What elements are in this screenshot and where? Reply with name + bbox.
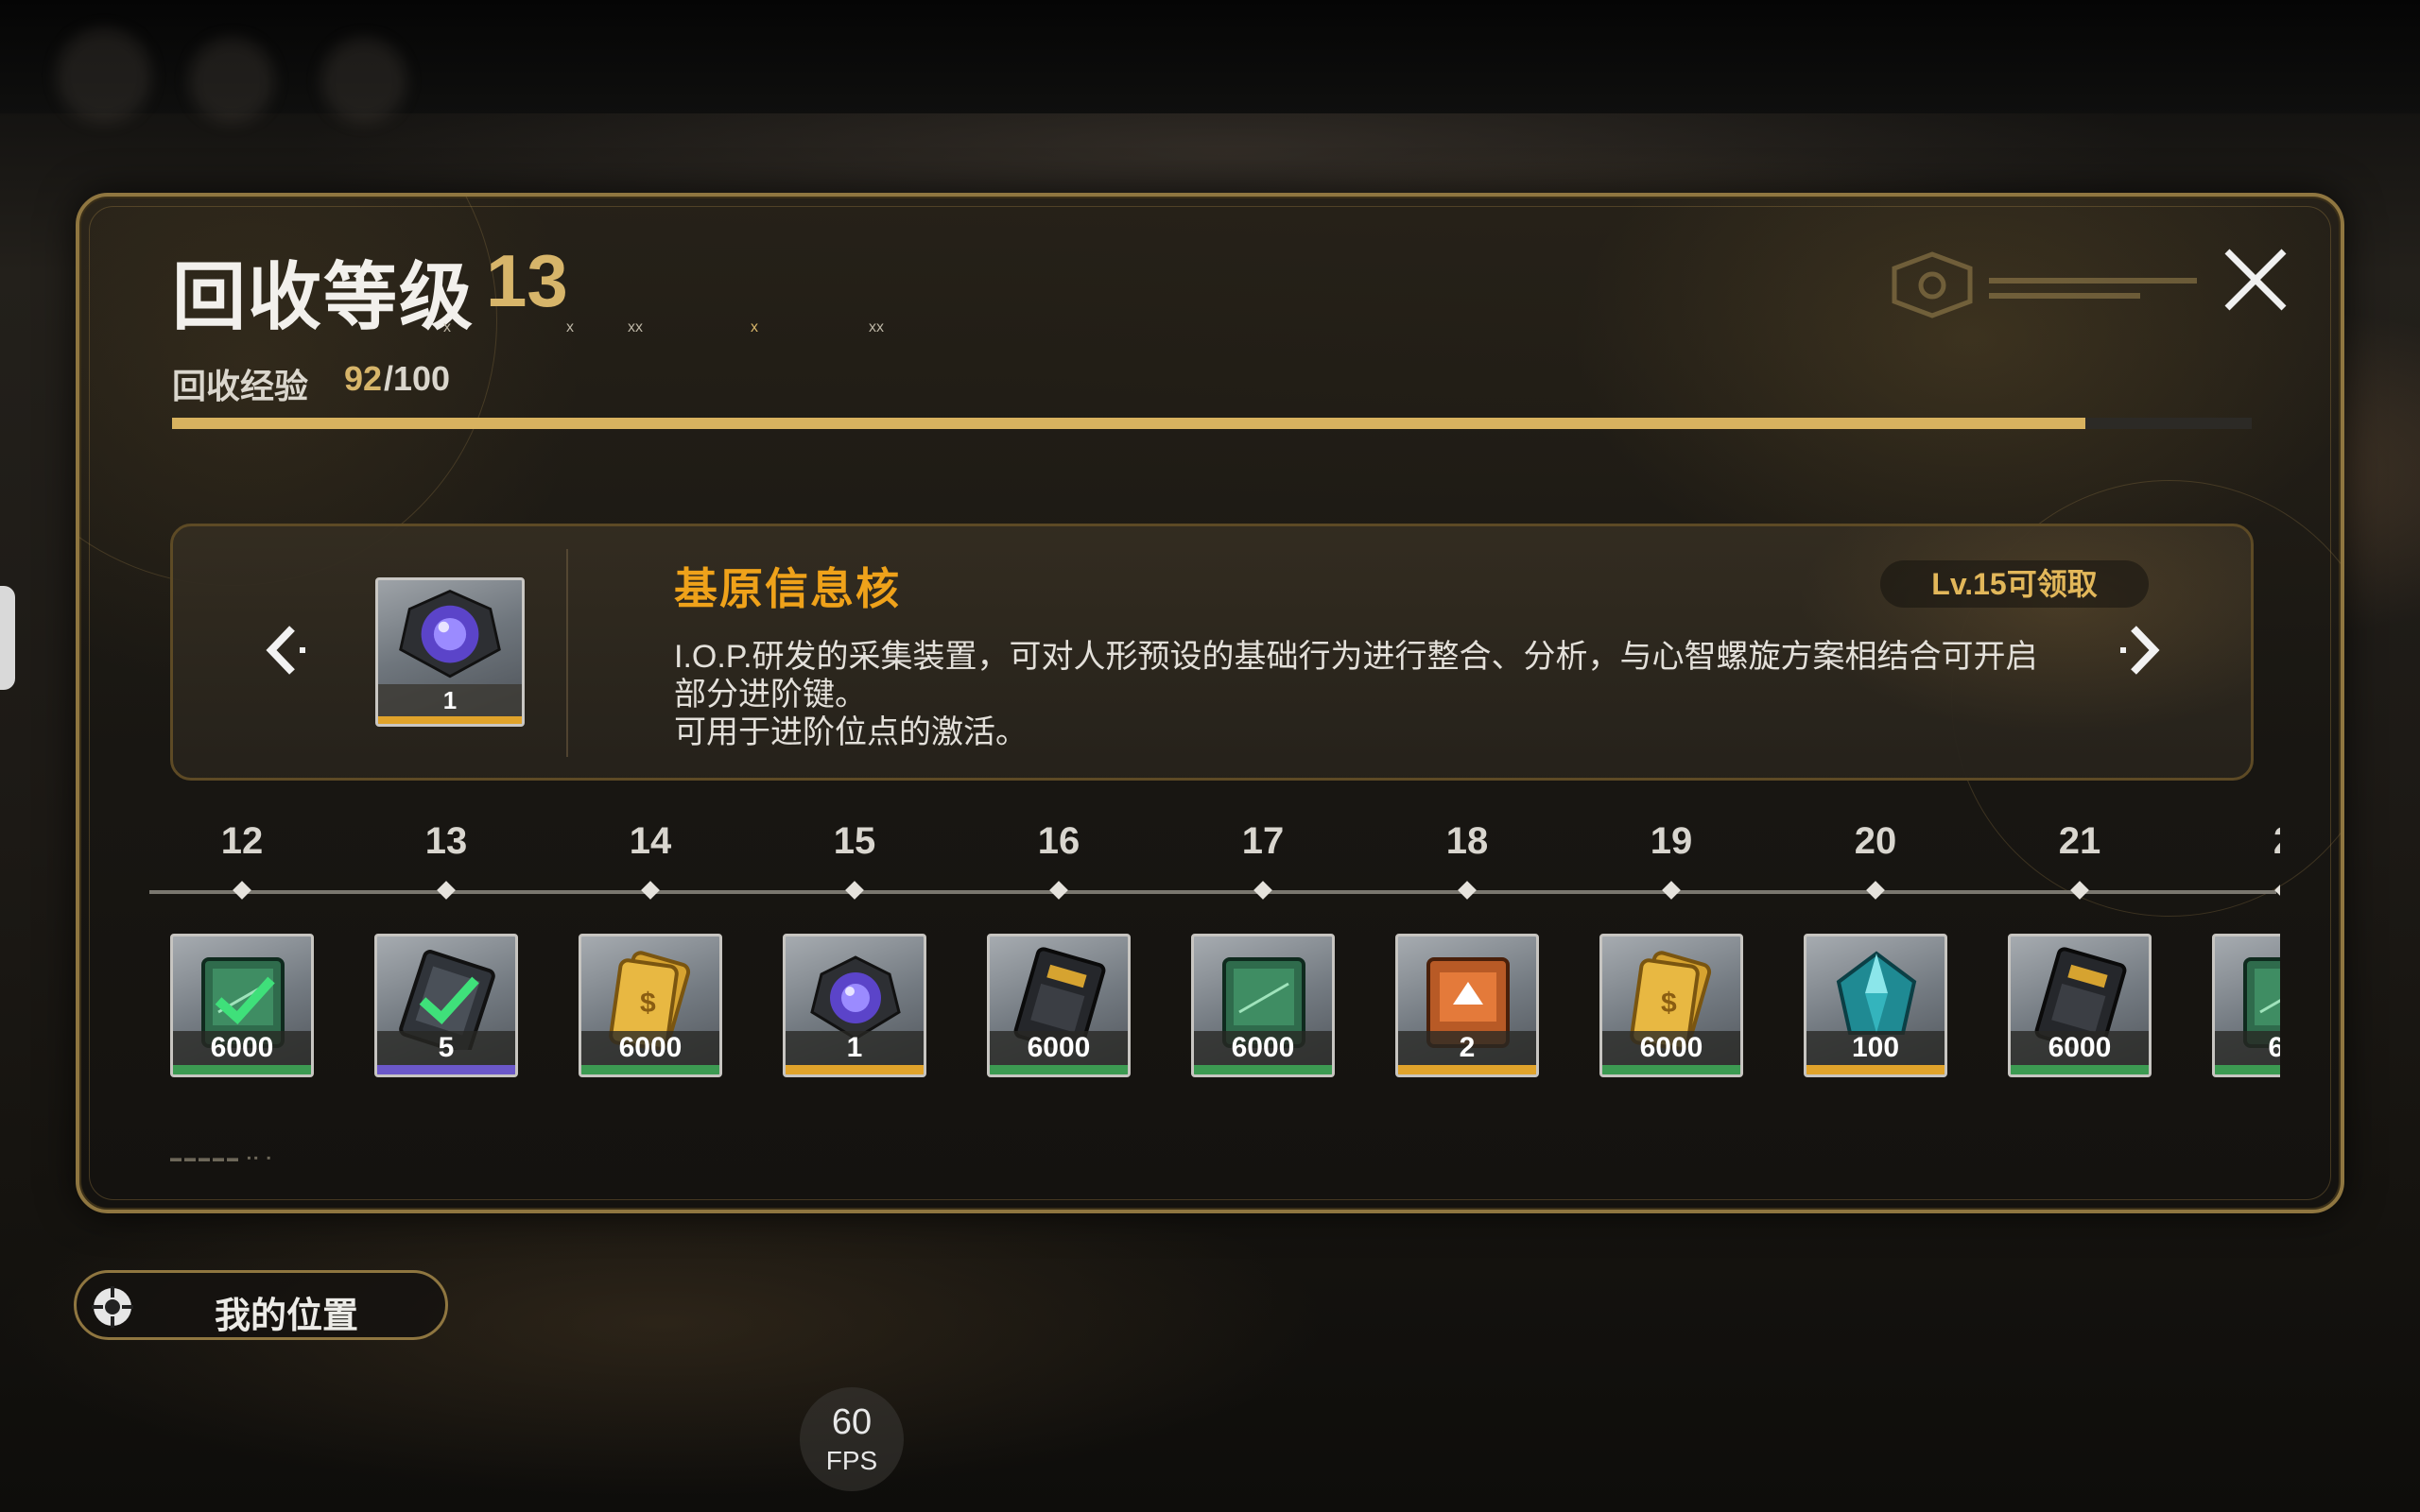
timeline-level-marker [2274,881,2280,900]
reward-item[interactable]: 60 [2212,934,2280,1077]
decorative-marks: x [443,319,451,335]
timeline-level-label: 16 [1037,820,1080,862]
background-blob [189,38,274,123]
exp-progress-fill [172,418,2085,429]
reward-count: 6000 [990,1031,1128,1065]
reward-count: 5 [377,1031,515,1065]
timeline-level-label: 21 [2058,820,2101,862]
description-line: I.O.P.研发的采集装置，可对人形预设的基础行为进行整合、分析，与心智螺旋方案… [674,639,2038,675]
description-line: 部分进阶键。 [674,677,867,713]
reward-count: 60 [2215,1031,2280,1065]
rarity-bar [377,1065,515,1074]
info-core-icon [399,589,501,679]
item-name: 基原信息核 [674,564,901,613]
exp-progress-bar [172,418,2252,429]
decorative-marks: xx [869,319,884,335]
background-blob [57,28,151,123]
timeline-level-marker [1458,881,1477,900]
timeline-level-label: 20 [1854,820,1897,862]
reward-item[interactable]: 6000 [2008,934,2152,1077]
side-tab-handle[interactable] [0,586,15,690]
rarity-bar [2215,1065,2280,1074]
reward-item[interactable]: 6000 [170,934,314,1077]
reward-count: 6000 [1194,1031,1332,1065]
timeline-level-marker [1866,881,1885,900]
timeline-level-marker [845,881,864,900]
timeline-level-marker [2070,881,2089,900]
decorative-marks: xx [628,319,643,335]
reward-item[interactable]: $6000 [579,934,722,1077]
timeline-level-marker [1253,881,1272,900]
reward-timeline[interactable]: 12 13 14 15 16 17 18 19 20 21 2 6000 5 $6000 1 6000 6000… [170,801,2280,1142]
exp-max: /100 [384,359,451,398]
reward-count: 1 [786,1031,924,1065]
timeline-level-label: 17 [1241,820,1285,862]
exp-label: 回收经验 [172,367,309,405]
reward-count: 2 [1398,1031,1536,1065]
featured-item-count: 1 [378,684,522,716]
next-arrow-icon[interactable] [2109,617,2175,683]
timeline-level-marker [641,881,660,900]
background-blob [321,38,406,123]
reward-detail-card: 1 基原信息核 Lv.15可领取 I.O.P.研发的采集装置，可对人形预设的基础… [170,524,2254,781]
footer-decoration: ▬▬▬▬▬ ▪▪ ▪ [170,1151,274,1164]
timeline-level-marker [1662,881,1681,900]
rarity-bar [378,716,522,724]
decorative-marks: x [566,319,574,335]
timeline-level-marker [233,881,251,900]
fps-value: 60 [831,1402,873,1442]
card-divider [566,549,568,757]
page-title: 回收等级 [172,255,475,338]
timeline-level-label: 2 [2246,820,2280,863]
reward-item[interactable]: 5 [374,934,518,1077]
reward-item[interactable]: 6000 [1191,934,1335,1077]
close-icon[interactable] [2218,242,2293,318]
rarity-bar [1806,1065,1945,1074]
timeline-level-label: 12 [220,820,264,862]
my-location-button[interactable]: 我的位置 [74,1270,448,1340]
rarity-bar [990,1065,1128,1074]
svg-text:$: $ [1661,988,1677,1019]
timeline-level-marker [437,881,456,900]
timeline-level-label: 18 [1445,820,1489,862]
rarity-bar [173,1065,311,1074]
rarity-bar [1398,1065,1536,1074]
rarity-bar [786,1065,924,1074]
decorative-marks: x [751,319,758,335]
recycle-level-panel: 回收等级 13 x x xx x xx 回收经验 92 /100 1 基原信息核… [76,193,2344,1213]
reward-count: 6000 [581,1031,719,1065]
reward-count: 6000 [2011,1031,2149,1065]
my-location-label: 我的位置 [215,1297,359,1336]
rarity-bar [1602,1065,1740,1074]
reward-item[interactable]: $6000 [1599,934,1743,1077]
timeline-level-label: 15 [833,820,876,862]
timeline-level-label: 19 [1650,820,1693,862]
prev-arrow-icon[interactable] [251,617,317,683]
timeline-level-marker [1049,881,1068,900]
fps-label: FPS [825,1446,878,1475]
emblem-icon [1892,251,2197,318]
fps-counter: 60 FPS [800,1387,904,1491]
description-line: 可用于进阶位点的激活。 [674,714,1028,750]
unlock-level-badge: Lv.15可领取 [1880,560,2149,608]
reward-count: 100 [1806,1031,1945,1065]
reward-item[interactable]: 2 [1395,934,1539,1077]
rarity-bar [581,1065,719,1074]
timeline-level-label: 14 [629,820,672,862]
exp-current: 92 [344,359,383,398]
location-target-icon [92,1286,133,1328]
reward-item[interactable]: 6000 [987,934,1131,1077]
reward-item[interactable]: 1 [783,934,926,1077]
current-level: 13 [486,239,568,322]
timeline-level-label: 13 [424,820,468,862]
rarity-bar [2011,1065,2149,1074]
featured-item-icon: 1 [375,577,525,727]
svg-text:$: $ [640,988,656,1019]
reward-item[interactable]: 100 [1804,934,1947,1077]
rarity-bar [1194,1065,1332,1074]
item-description: I.O.P.研发的采集装置，可对人形预设的基础行为进行整合、分析，与心智螺旋方案… [674,638,2187,751]
reward-count: 6000 [173,1031,311,1065]
reward-count: 6000 [1602,1031,1740,1065]
